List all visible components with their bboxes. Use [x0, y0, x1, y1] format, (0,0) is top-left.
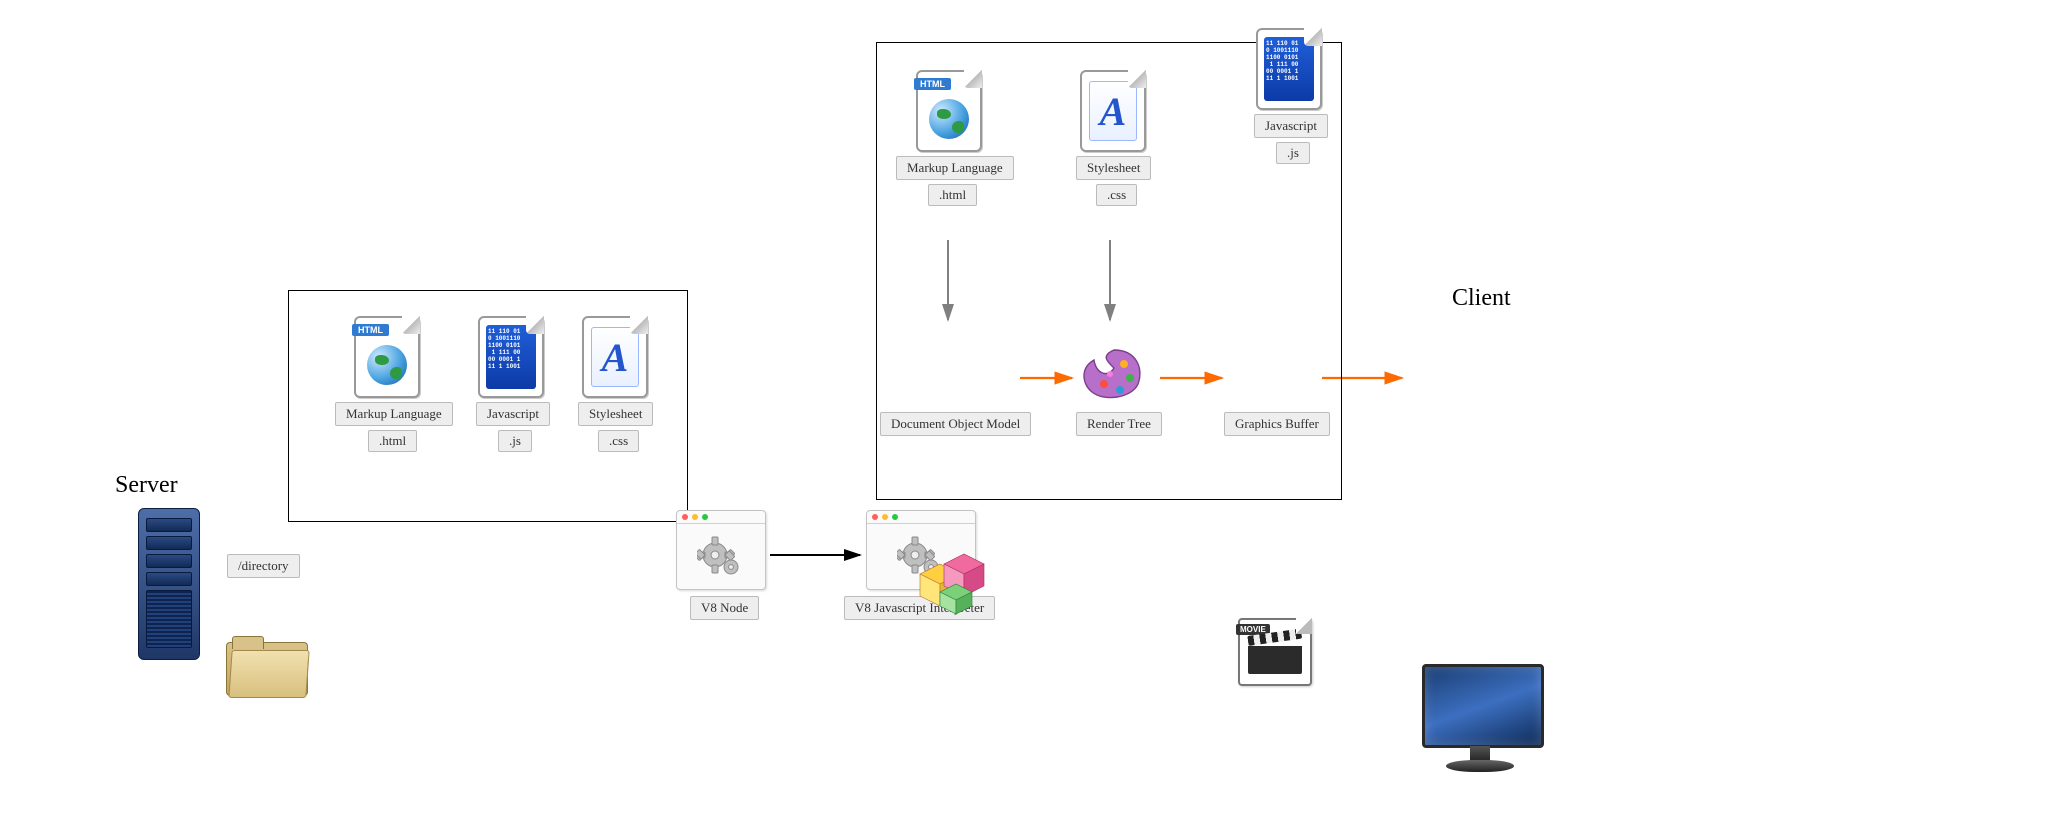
binary-icon: 11 110 01 0 1001110 1100 0101 1 111 00 0… [1264, 37, 1314, 101]
server-html-title: Markup Language [335, 402, 453, 426]
server-css-title: Stylesheet [578, 402, 653, 426]
client-js-ext: .js [1276, 142, 1310, 164]
render-tree-icon [1078, 344, 1150, 404]
globe-icon [929, 99, 969, 139]
client-js-file-icon: 11 110 01 0 1001110 1100 0101 1 111 00 0… [1256, 28, 1322, 110]
client-css-file-icon: A [1080, 70, 1146, 152]
globe-icon [367, 345, 407, 385]
server-css-ext: .css [598, 430, 639, 452]
v8-node-icon [676, 510, 766, 590]
font-a-icon: A [1089, 81, 1137, 141]
gear-icon [697, 535, 745, 579]
server-heading: Server [115, 472, 178, 499]
server-js-ext: .js [498, 430, 532, 452]
dom-label: Document Object Model [880, 412, 1031, 436]
server-js-title: Javascript [476, 402, 550, 426]
directory-label: /directory [227, 554, 300, 578]
client-html-file-icon: HTML [916, 70, 982, 152]
directory-folder-icon [226, 636, 306, 694]
client-html-title: Markup Language [896, 156, 1014, 180]
server-css-file-icon: A [582, 316, 648, 398]
server-html-file-icon: HTML [354, 316, 420, 398]
graphics-buffer-icon: MOVIE [1238, 618, 1312, 686]
client-css-title: Stylesheet [1076, 156, 1151, 180]
server-js-file-icon: 11 110 01 0 1001110 1100 0101 1 111 00 0… [478, 316, 544, 398]
client-html-ext: .html [928, 184, 977, 206]
architecture-diagram: Server Client /directory HTML Markup Lan… [0, 0, 2048, 821]
v8-node-label: V8 Node [690, 596, 759, 620]
font-a-icon: A [591, 327, 639, 387]
client-js-title: Javascript [1254, 114, 1328, 138]
server-html-ext: .html [368, 430, 417, 452]
dom-icon [910, 546, 988, 616]
server-icon [130, 508, 210, 658]
binary-icon: 11 110 01 0 1001110 1100 0101 1 111 00 0… [486, 325, 536, 389]
client-heading: Client [1452, 285, 1511, 312]
client-monitor-icon [1416, 662, 1544, 780]
render-tree-label: Render Tree [1076, 412, 1162, 436]
graphics-buffer-label: Graphics Buffer [1224, 412, 1330, 436]
client-css-ext: .css [1096, 184, 1137, 206]
